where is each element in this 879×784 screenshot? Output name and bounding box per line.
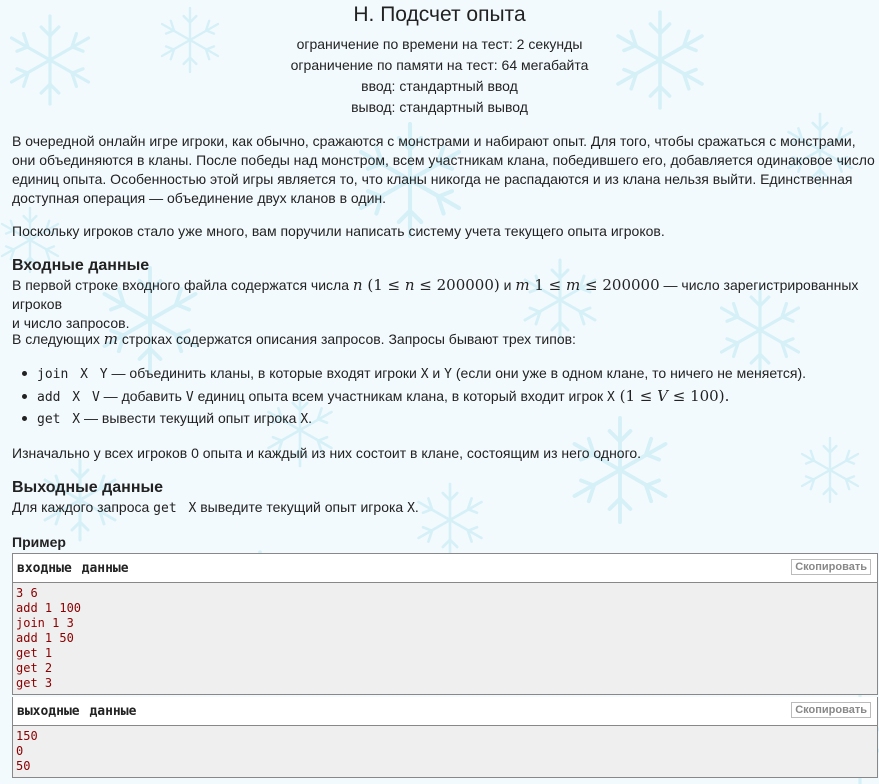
example-output-label: выходные данные xyxy=(17,704,137,719)
query-get-text: — вывести текущий опыт игрока xyxy=(80,410,301,426)
output-line: 150 xyxy=(16,729,38,743)
input-line: get 3 xyxy=(16,676,53,690)
query-get-text-end: . xyxy=(308,410,313,426)
n-range-close: ≤ 200000) xyxy=(414,276,500,294)
and-text: и xyxy=(428,365,445,381)
query-join: join X Y — объединить кланы, в которые в… xyxy=(22,365,806,382)
code-x: X xyxy=(420,367,429,382)
input-line: 3 6 xyxy=(16,586,38,600)
input-line: get 1 xyxy=(16,646,53,660)
v-range-open: (1 ≤ xyxy=(614,387,658,405)
var-m-queries: m xyxy=(103,330,119,348)
output-section-title: Выходные данные xyxy=(12,479,164,496)
example-output-box: выходные данные Скопировать 150 0 50 xyxy=(12,697,878,778)
output-source: вывод: стандартный вывод xyxy=(351,99,528,115)
example-input-content[interactable]: 3 6 add 1 100 join 1 3 add 1 50 get 1 get 2 ge… xyxy=(13,583,877,694)
code-join: join X Y xyxy=(37,367,108,382)
n-range-open: (1 ≤ xyxy=(362,276,405,294)
output-description: Для каждого запроса get X выведите текущ… xyxy=(12,498,878,518)
time-limit: ограничение по времени на тест: 2 секунд… xyxy=(296,36,583,52)
code-x: X xyxy=(607,390,615,405)
copy-output-button[interactable]: Скопировать xyxy=(791,702,871,718)
input-source: ввод: стандартный ввод xyxy=(361,78,518,94)
input-line: get 2 xyxy=(16,661,53,675)
input-line: add 1 100 xyxy=(16,601,82,615)
query-get: get X — вывести текущий опыт игрока X. xyxy=(22,410,312,427)
query-add: add X V — добавить V единиц опыта всем у… xyxy=(22,387,729,405)
example-output-content[interactable]: 150 0 50 xyxy=(13,726,877,777)
query-join-text-end: (если они уже в одном клане, то ничего н… xyxy=(451,365,807,381)
output-line: 50 xyxy=(16,759,31,773)
output-text-c: . xyxy=(414,499,419,515)
code-x: X xyxy=(407,501,415,516)
query-add-text-mid: единиц опыта всем участникам клана, в ко… xyxy=(193,388,608,404)
and-text: и xyxy=(499,277,516,293)
bullet-dot xyxy=(22,415,27,421)
n-range-var: n xyxy=(404,276,415,294)
query-join-text: — объединить кланы, в которые входят игр… xyxy=(107,365,421,381)
output-text-a: Для каждого запроса xyxy=(12,499,154,515)
statement-paragraph-1: В очередной онлайн игре игроки, как обыч… xyxy=(12,133,875,206)
input-description: В первой строке входного файла содержатс… xyxy=(12,276,878,333)
m-range-close: ≤ 200000 xyxy=(580,276,660,294)
problem-title: H. Подсчет опыта xyxy=(353,3,526,26)
m-range-open: 1 ≤ xyxy=(529,276,567,294)
v-range-var: V xyxy=(657,387,668,405)
initial-state-text: Изначально у всех игроков 0 опыта и кажд… xyxy=(12,445,642,461)
copy-input-button[interactable]: Скопировать xyxy=(791,559,871,575)
queries-text-b: строках содержатся описания запросов. За… xyxy=(118,331,576,347)
example-input-header: входные данные Скопировать xyxy=(13,554,877,583)
query-add-text: — добавить xyxy=(99,388,186,404)
output-line: 0 xyxy=(16,744,24,758)
code-x: X xyxy=(300,412,309,427)
code-get: get X xyxy=(153,501,197,516)
code-v: V xyxy=(185,390,194,405)
code-get: get X xyxy=(37,412,81,427)
example-input-label: входные данные xyxy=(17,561,129,576)
input-line-2: и число запросов. xyxy=(12,315,130,331)
bullet-dot xyxy=(22,393,27,399)
queries-text-a: В следующих xyxy=(12,331,104,347)
output-text-b: выведите текущий опыт игрока xyxy=(196,499,408,515)
code-add: add X V xyxy=(37,390,100,405)
m-range-var: m xyxy=(566,276,581,294)
v-range-close: ≤ 100). xyxy=(667,387,730,405)
queries-description: В следующих m строках содержатся описани… xyxy=(12,330,878,349)
input-line: join 1 3 xyxy=(16,616,74,630)
example-title: Пример xyxy=(12,534,66,550)
code-y: Y xyxy=(444,367,452,382)
statement-paragraph-2: Поскольку игроков стало уже много, вам п… xyxy=(12,223,665,239)
input-section-title: Входные данные xyxy=(12,257,150,274)
bullet-dot xyxy=(22,370,27,376)
example-input-box: входные данные Скопировать 3 6 add 1 100 j… xyxy=(12,553,878,695)
input-line: add 1 50 xyxy=(16,631,74,645)
var-m: m xyxy=(515,276,530,294)
example-output-header: выходные данные Скопировать xyxy=(13,697,877,726)
input-line-text: В первой строке входного файла содержатс… xyxy=(12,277,353,293)
memory-limit: ограничение по памяти на тест: 64 мегаба… xyxy=(290,57,589,73)
var-n: n xyxy=(352,276,363,294)
